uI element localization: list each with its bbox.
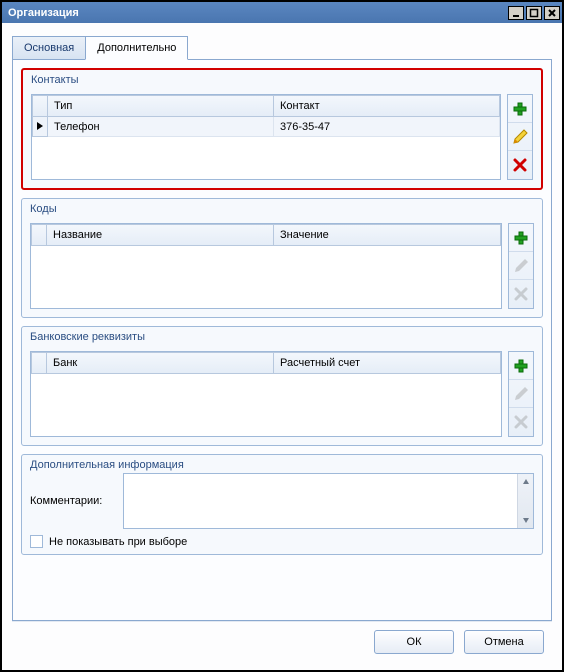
contacts-col-contact[interactable]: Контакт — [274, 95, 500, 117]
hide-checkbox[interactable] — [30, 535, 43, 548]
codes-corner — [31, 224, 47, 246]
group-bank-title: Банковские реквизиты — [22, 327, 542, 345]
comment-field-wrap — [123, 473, 534, 529]
group-contacts-title: Контакты — [23, 70, 541, 88]
bank-col-account[interactable]: Расчетный счет — [274, 352, 501, 374]
cancel-button[interactable]: Отмена — [464, 630, 544, 654]
add-button[interactable] — [509, 224, 533, 252]
contacts-toolbar — [507, 94, 533, 180]
group-codes-title: Коды — [22, 199, 542, 217]
titlebar: Организация — [2, 2, 562, 23]
ok-button[interactable]: ОК — [374, 630, 454, 654]
contacts-col-type[interactable]: Тип — [48, 95, 274, 117]
row-indicator — [32, 117, 48, 137]
bank-col-bank[interactable]: Банк — [47, 352, 274, 374]
tab-content: Контакты Тип Контакт Телефон 376-3 — [12, 59, 552, 621]
cell-contact[interactable]: 376-35-47 — [274, 117, 500, 137]
delete-button[interactable] — [508, 151, 532, 179]
bank-grid[interactable]: Банк Расчетный счет — [30, 351, 502, 437]
delete-button — [509, 408, 533, 436]
contacts-corner — [32, 95, 48, 117]
cell-type[interactable]: Телефон — [48, 117, 274, 137]
comment-scrollbar[interactable] — [517, 474, 533, 528]
codes-toolbar — [508, 223, 534, 309]
bank-corner — [31, 352, 47, 374]
group-extra: Дополнительная информация Комментарии: Н… — [21, 454, 543, 555]
add-button[interactable] — [509, 352, 533, 380]
contacts-grid[interactable]: Тип Контакт Телефон 376-35-47 — [31, 94, 501, 180]
maximize-button[interactable] — [526, 6, 542, 20]
window-title: Организация — [8, 7, 79, 19]
group-bank: Банковские реквизиты Банк Расчетный счет — [21, 326, 543, 446]
group-contacts: Контакты Тип Контакт Телефон 376-3 — [21, 68, 543, 190]
dialog-footer: ОК Отмена — [12, 621, 552, 662]
tab-strip: Основная Дополнительно — [12, 35, 552, 59]
tab-main[interactable]: Основная — [12, 36, 86, 60]
table-row[interactable]: Телефон 376-35-47 — [32, 117, 500, 137]
codes-grid[interactable]: Название Значение — [30, 223, 502, 309]
group-extra-title: Дополнительная информация — [22, 455, 542, 473]
comment-field[interactable] — [124, 474, 517, 528]
minimize-button[interactable] — [508, 6, 524, 20]
group-codes: Коды Название Значение — [21, 198, 543, 318]
scroll-down-icon[interactable] — [518, 512, 533, 528]
tab-additional[interactable]: Дополнительно — [85, 36, 188, 60]
bank-toolbar — [508, 351, 534, 437]
client-area: Основная Дополнительно Контакты Тип Конт… — [2, 23, 562, 670]
codes-col-value[interactable]: Значение — [274, 224, 501, 246]
comment-label: Комментарии: — [30, 473, 115, 529]
window-frame: Организация Основная Дополнительно Конта… — [0, 0, 564, 672]
hide-checkbox-label[interactable]: Не показывать при выборе — [49, 536, 187, 548]
close-button[interactable] — [544, 6, 560, 20]
delete-button — [509, 280, 533, 308]
edit-button — [509, 252, 533, 280]
scroll-up-icon[interactable] — [518, 474, 533, 490]
add-button[interactable] — [508, 95, 532, 123]
window-buttons — [508, 6, 560, 20]
codes-col-name[interactable]: Название — [47, 224, 274, 246]
edit-button — [509, 380, 533, 408]
edit-button[interactable] — [508, 123, 532, 151]
